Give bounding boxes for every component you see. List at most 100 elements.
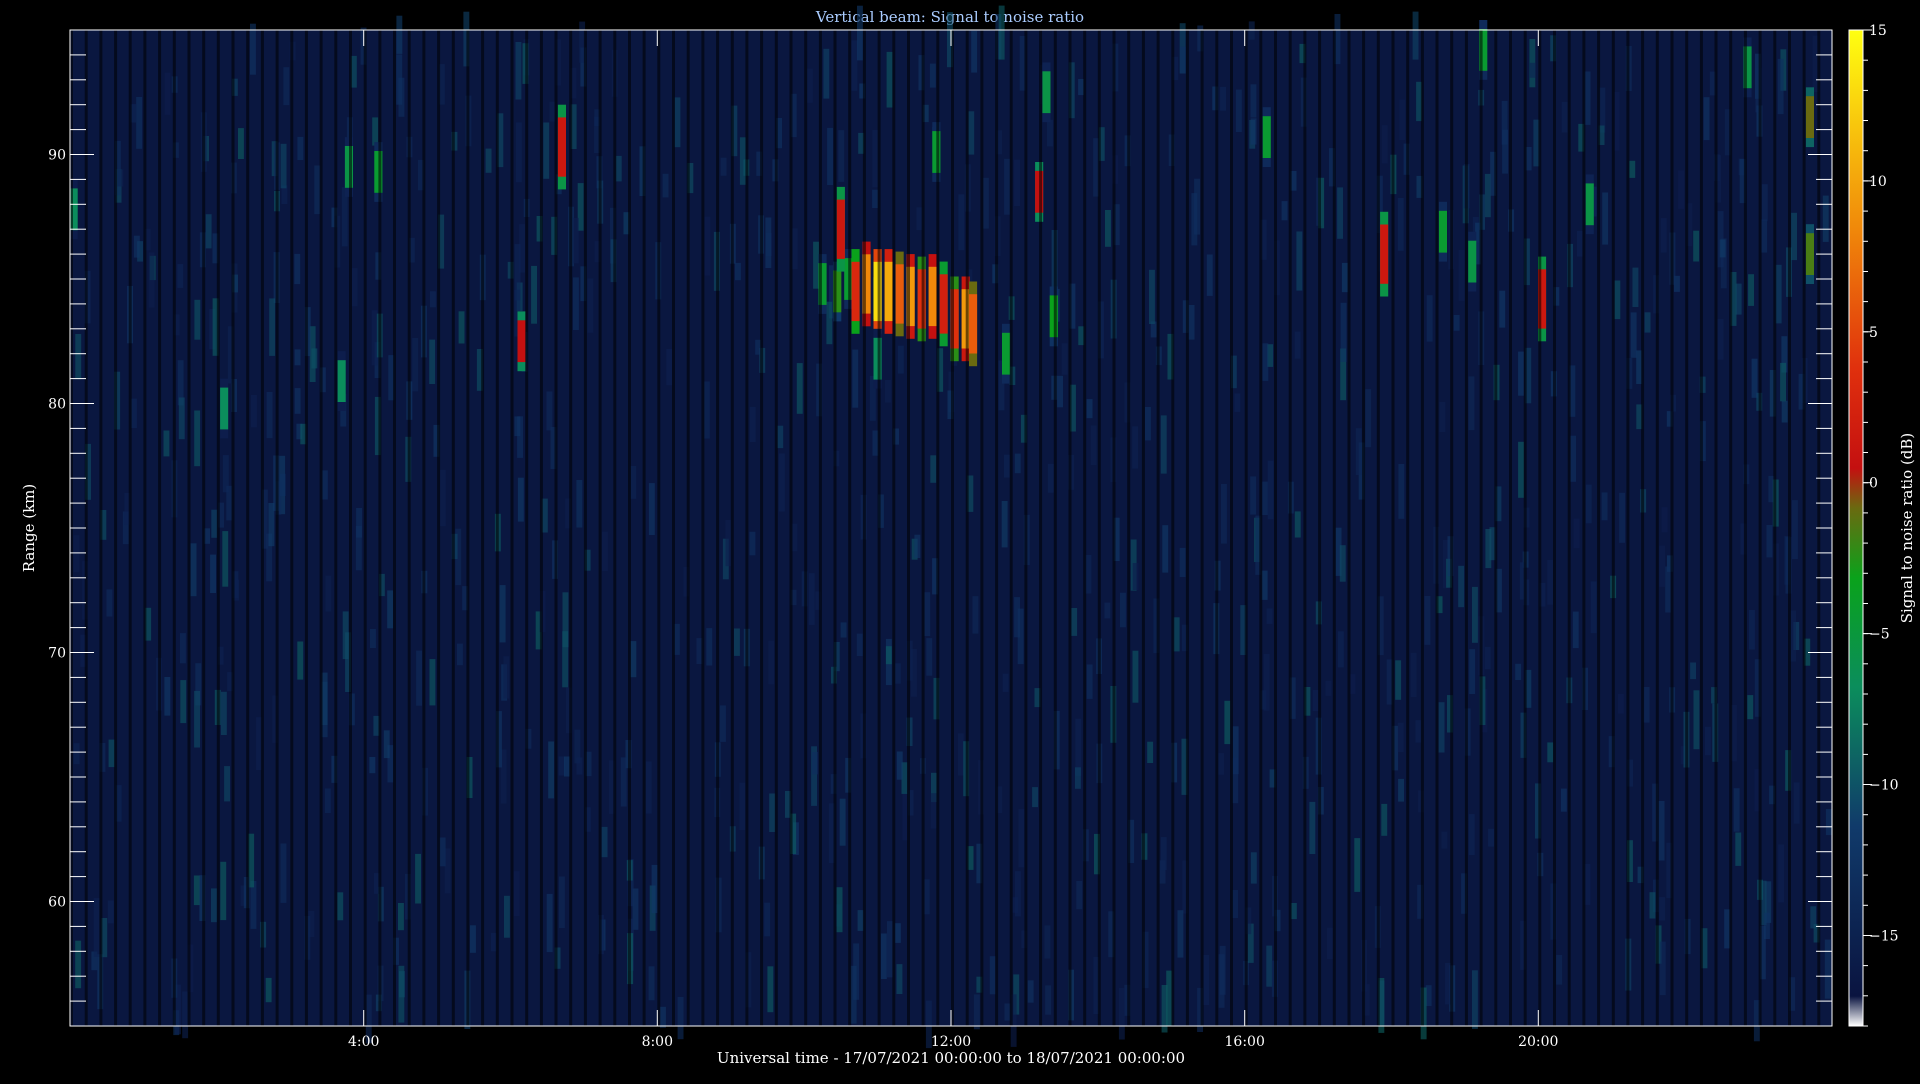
noise-speckle <box>973 994 980 1030</box>
noise-speckle <box>971 30 978 73</box>
noise-speckle <box>1290 903 1297 920</box>
noise-speckle <box>1224 700 1231 745</box>
noise-speckle <box>1354 838 1361 892</box>
time-gap-stripe <box>422 30 426 1026</box>
noise-speckle <box>337 892 344 921</box>
noise-speckle <box>1415 720 1422 743</box>
colorbar-ticks: 15 10 5 0 −5 −10 −15 <box>1863 23 1899 1027</box>
noise-speckle <box>1294 331 1301 359</box>
time-gap-stripe <box>187 30 191 1026</box>
x-tick-label: 12:00 <box>931 1034 971 1050</box>
noise-speckle <box>548 741 555 799</box>
noise-speckle <box>1660 218 1667 253</box>
noise-speckle <box>1147 741 1154 763</box>
time-gap-stripe <box>657 30 661 1026</box>
noise-speckle <box>1173 617 1180 652</box>
x-tick-label: 20:00 <box>1518 1034 1558 1050</box>
noise-speckle <box>1296 231 1303 291</box>
noise-speckle <box>924 592 931 636</box>
time-gap-stripe <box>393 30 396 1026</box>
noise-speckle <box>356 508 362 538</box>
time-gap-stripe <box>1567 30 1571 1026</box>
noise-speckle <box>1426 295 1433 342</box>
noise-speckle <box>872 130 879 188</box>
noise-speckle <box>370 629 376 648</box>
noise-speckle <box>796 363 803 414</box>
noise-speckle <box>457 643 463 666</box>
noise-speckle <box>703 381 710 439</box>
noise-speckle <box>1312 690 1319 712</box>
noise-speckle <box>1398 778 1404 802</box>
noise-speckle <box>439 837 446 867</box>
echo-cell <box>1002 332 1011 375</box>
noise-speckle <box>1281 201 1288 221</box>
noise-speckle <box>180 680 187 724</box>
noise-speckle <box>178 397 185 440</box>
noise-speckle <box>194 299 201 340</box>
noise-speckle <box>1747 695 1754 720</box>
time-gap-stripe <box>1332 30 1336 1026</box>
time-gap-stripe <box>995 30 999 1026</box>
colorbar-gradient <box>1848 29 1864 1027</box>
noise-speckle <box>268 503 275 547</box>
noise-speckle <box>1090 425 1097 465</box>
x-tick-label: 4:00 <box>348 1034 379 1050</box>
noise-speckle <box>857 910 864 931</box>
noise-speckle <box>651 864 658 914</box>
noise-speckle <box>429 339 436 384</box>
time-gap-stripe <box>525 30 529 1026</box>
noise-speckle <box>351 268 358 307</box>
echo-cell <box>928 266 937 327</box>
noise-speckle <box>1002 673 1009 692</box>
noise-speckle <box>1220 86 1226 111</box>
echo-cell <box>1380 224 1389 284</box>
noise-speckle <box>1547 559 1554 605</box>
noise-speckle <box>1659 941 1666 996</box>
noise-speckle <box>778 453 785 512</box>
noise-speckle <box>164 677 171 716</box>
noise-speckle <box>73 535 80 573</box>
time-gap-stripe <box>143 30 147 1026</box>
noise-speckle <box>1132 426 1139 469</box>
time-gap-stripe <box>907 30 910 1026</box>
time-gap-stripe <box>1009 30 1013 1026</box>
noise-speckle <box>1078 79 1084 96</box>
noise-speckle <box>321 470 328 500</box>
echo-cell <box>220 387 229 430</box>
noise-speckle <box>897 345 904 374</box>
time-gap-stripe <box>554 30 558 1026</box>
time-gap-stripe <box>1215 30 1219 1026</box>
noise-speckle <box>1294 511 1301 538</box>
noise-speckle <box>280 843 287 903</box>
noise-speckle <box>1518 441 1524 498</box>
noise-speckle <box>767 966 774 1013</box>
noise-speckle <box>1149 269 1155 324</box>
time-gap-stripe <box>1670 30 1674 1026</box>
noise-speckle <box>720 157 727 176</box>
time-gap-stripe <box>1083 30 1087 1026</box>
echo-cell <box>1585 183 1594 226</box>
colorbar-tick-label: −5 <box>1869 627 1890 643</box>
colorbar-tick-label: 0 <box>1869 476 1878 492</box>
noise-speckle <box>224 766 230 802</box>
noise-speckle <box>1166 970 1173 1027</box>
colorbar-tick-label: −15 <box>1869 929 1899 945</box>
noise-speckle <box>514 416 521 437</box>
noise-speckle <box>739 137 746 185</box>
time-gap-stripe <box>1406 30 1410 1026</box>
time-gap-stripe <box>1391 30 1395 1026</box>
noise-speckle <box>1717 319 1724 360</box>
time-gap-stripe <box>1464 30 1468 1026</box>
time-gap-stripe <box>158 30 162 1026</box>
noise-speckle <box>1643 687 1650 723</box>
noise-speckle <box>1780 362 1786 402</box>
noise-speckle <box>1484 646 1491 670</box>
time-gap-stripe <box>921 30 925 1026</box>
time-gap-stripe <box>1597 30 1601 1026</box>
noise-speckle <box>180 633 186 664</box>
noise-speckle <box>880 933 887 979</box>
noise-speckle <box>222 531 229 587</box>
time-gap-stripe <box>1655 30 1659 1026</box>
time-gap-stripe <box>1259 30 1263 1026</box>
noise-speckle <box>576 757 583 775</box>
